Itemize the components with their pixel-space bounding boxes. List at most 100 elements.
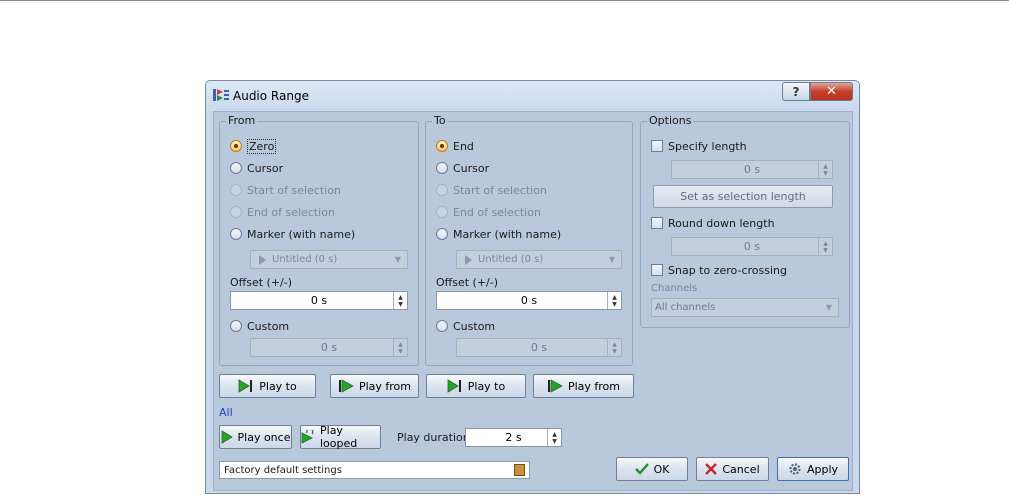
round-down-label: Round down length bbox=[668, 216, 775, 230]
spin-arrows-icon[interactable]: ▲ ▼ bbox=[393, 292, 407, 309]
play-once-button[interactable]: Play once bbox=[219, 425, 292, 449]
ok-label: OK bbox=[653, 462, 670, 476]
to-marker-select[interactable]: Untitled (0 s) ▼ bbox=[456, 250, 622, 269]
to-radio-end-label: End bbox=[453, 139, 474, 153]
apply-label: Apply bbox=[806, 462, 839, 476]
round-length-input[interactable]: 0 s ▲ ▼ bbox=[671, 237, 833, 256]
to-custom-input[interactable]: 0 s ▲ ▼ bbox=[456, 338, 622, 357]
channels-select[interactable]: All channels ▼ bbox=[651, 298, 839, 317]
checkmark-icon bbox=[634, 463, 649, 475]
specify-length-label: Specify length bbox=[668, 139, 747, 153]
snap-zero-crossing-checkbox[interactable]: Snap to zero-crossing bbox=[651, 262, 787, 278]
to-offset-input[interactable]: 0 s ▲ ▼ bbox=[436, 291, 622, 310]
spin-arrows-icon[interactable]: ▲ ▼ bbox=[818, 161, 832, 178]
channels-label: Channels bbox=[651, 283, 698, 294]
channels-value: All channels bbox=[655, 302, 716, 313]
preset-book-icon[interactable] bbox=[514, 464, 525, 476]
to-play-from-button[interactable]: Play from bbox=[533, 374, 634, 398]
to-play-to-button[interactable]: Play to bbox=[426, 374, 526, 398]
spin-arrows-icon[interactable]: ▲ ▼ bbox=[393, 339, 407, 356]
app-icon bbox=[213, 89, 229, 101]
radio-icon bbox=[230, 320, 242, 332]
from-radio-end-of-selection[interactable]: End of selection bbox=[230, 204, 335, 220]
chevron-down-icon: ▼ bbox=[608, 255, 615, 264]
to-custom-value: 0 s bbox=[530, 341, 548, 354]
options-group: Options Specify length 0 s ▲ ▼ Set as sel… bbox=[640, 114, 850, 328]
from-group: From Zero Cursor Start of selection End … bbox=[219, 114, 419, 366]
radio-icon bbox=[230, 162, 242, 174]
from-offset-input[interactable]: 0 s ▲ ▼ bbox=[230, 291, 408, 310]
length-input[interactable]: 0 s ▲ ▼ bbox=[671, 160, 833, 179]
play-looped-button[interactable]: Play looped bbox=[300, 424, 381, 450]
title-bar[interactable]: Audio Range ? ✕ bbox=[206, 81, 859, 109]
to-group: To End Cursor Start of selection End of … bbox=[425, 114, 633, 366]
from-custom-input[interactable]: 0 s ▲ ▼ bbox=[250, 338, 408, 357]
set-selection-length-button[interactable]: Set as selection length bbox=[653, 185, 833, 208]
to-radio-custom[interactable]: Custom bbox=[436, 318, 495, 334]
to-radio-marker[interactable]: Marker (with name) bbox=[436, 226, 561, 242]
from-play-from-button[interactable]: Play from bbox=[330, 374, 419, 398]
from-radio-start-of-selection[interactable]: Start of selection bbox=[230, 182, 341, 198]
all-label: All bbox=[219, 406, 233, 419]
play-from-icon bbox=[547, 379, 563, 393]
specify-length-checkbox[interactable]: Specify length bbox=[651, 138, 747, 154]
from-play-to-button[interactable]: Play to bbox=[219, 374, 316, 398]
play-duration-label: Play duration bbox=[397, 431, 470, 444]
set-selection-length-label: Set as selection length bbox=[680, 190, 806, 203]
play-to-icon bbox=[238, 379, 254, 393]
radio-icon bbox=[230, 228, 242, 240]
from-radio-end-label: End of selection bbox=[247, 205, 335, 219]
audio-range-dialog: Audio Range ? ✕ From Zero Cursor Start o… bbox=[205, 80, 860, 494]
checkbox-icon bbox=[651, 264, 663, 276]
from-radio-marker[interactable]: Marker (with name) bbox=[230, 226, 355, 242]
play-once-label: Play once bbox=[237, 430, 291, 444]
from-radio-custom[interactable]: Custom bbox=[230, 318, 289, 334]
to-offset-label: Offset (+/-) bbox=[436, 276, 499, 289]
from-marker-select[interactable]: Untitled (0 s) ▼ bbox=[250, 250, 408, 269]
play-to-icon bbox=[447, 379, 463, 393]
radio-icon bbox=[436, 206, 448, 218]
ok-button[interactable]: OK bbox=[616, 457, 688, 481]
spin-arrows-icon[interactable]: ▲ ▼ bbox=[607, 292, 621, 309]
to-group-label: To bbox=[432, 114, 448, 127]
help-button[interactable]: ? bbox=[782, 82, 810, 101]
to-radio-custom-label: Custom bbox=[453, 319, 496, 333]
to-radio-end-of-selection[interactable]: End of selection bbox=[436, 204, 541, 220]
to-play-to-label: Play to bbox=[467, 379, 506, 393]
preset-select[interactable]: Factory default settings bbox=[219, 461, 530, 479]
window-title: Audio Range bbox=[233, 89, 309, 103]
to-radio-start-of-selection[interactable]: Start of selection bbox=[436, 182, 547, 198]
from-radio-cursor[interactable]: Cursor bbox=[230, 160, 283, 176]
from-offset-label: Offset (+/-) bbox=[230, 276, 293, 289]
radio-icon bbox=[436, 162, 448, 174]
spin-arrows-icon[interactable]: ▲ ▼ bbox=[607, 339, 621, 356]
from-play-from-label: Play from bbox=[358, 379, 412, 393]
to-play-from-label: Play from bbox=[567, 379, 621, 393]
to-radio-start-label: Start of selection bbox=[453, 183, 547, 197]
cancel-label: Cancel bbox=[722, 462, 760, 476]
chevron-down-icon: ▼ bbox=[394, 255, 401, 264]
round-down-checkbox[interactable]: Round down length bbox=[651, 215, 775, 231]
play-duration-input[interactable]: 2 s ▲ ▼ bbox=[465, 428, 562, 447]
from-group-label: From bbox=[226, 114, 258, 127]
preset-value: Factory default settings bbox=[224, 464, 342, 476]
to-offset-value: 0 s bbox=[520, 294, 538, 307]
round-value: 0 s bbox=[743, 240, 761, 253]
to-radio-end[interactable]: End bbox=[436, 138, 474, 154]
from-play-to-label: Play to bbox=[259, 379, 297, 393]
from-radio-zero-label: Zero bbox=[247, 138, 277, 154]
spin-arrows-icon[interactable]: ▲ ▼ bbox=[547, 429, 561, 446]
help-icon: ? bbox=[792, 84, 800, 99]
radio-icon bbox=[230, 184, 242, 196]
checkbox-icon bbox=[651, 140, 663, 152]
spin-arrows-icon[interactable]: ▲ ▼ bbox=[818, 238, 832, 255]
to-radio-end-label: End of selection bbox=[453, 205, 541, 219]
to-radio-cursor[interactable]: Cursor bbox=[436, 160, 489, 176]
from-radio-zero[interactable]: Zero bbox=[230, 138, 277, 154]
options-group-label: Options bbox=[647, 114, 694, 127]
apply-button[interactable]: Apply bbox=[777, 457, 849, 481]
cancel-button[interactable]: Cancel bbox=[696, 457, 769, 481]
play-icon bbox=[221, 430, 233, 444]
close-button[interactable]: ✕ bbox=[810, 82, 853, 101]
gear-icon bbox=[788, 462, 802, 476]
